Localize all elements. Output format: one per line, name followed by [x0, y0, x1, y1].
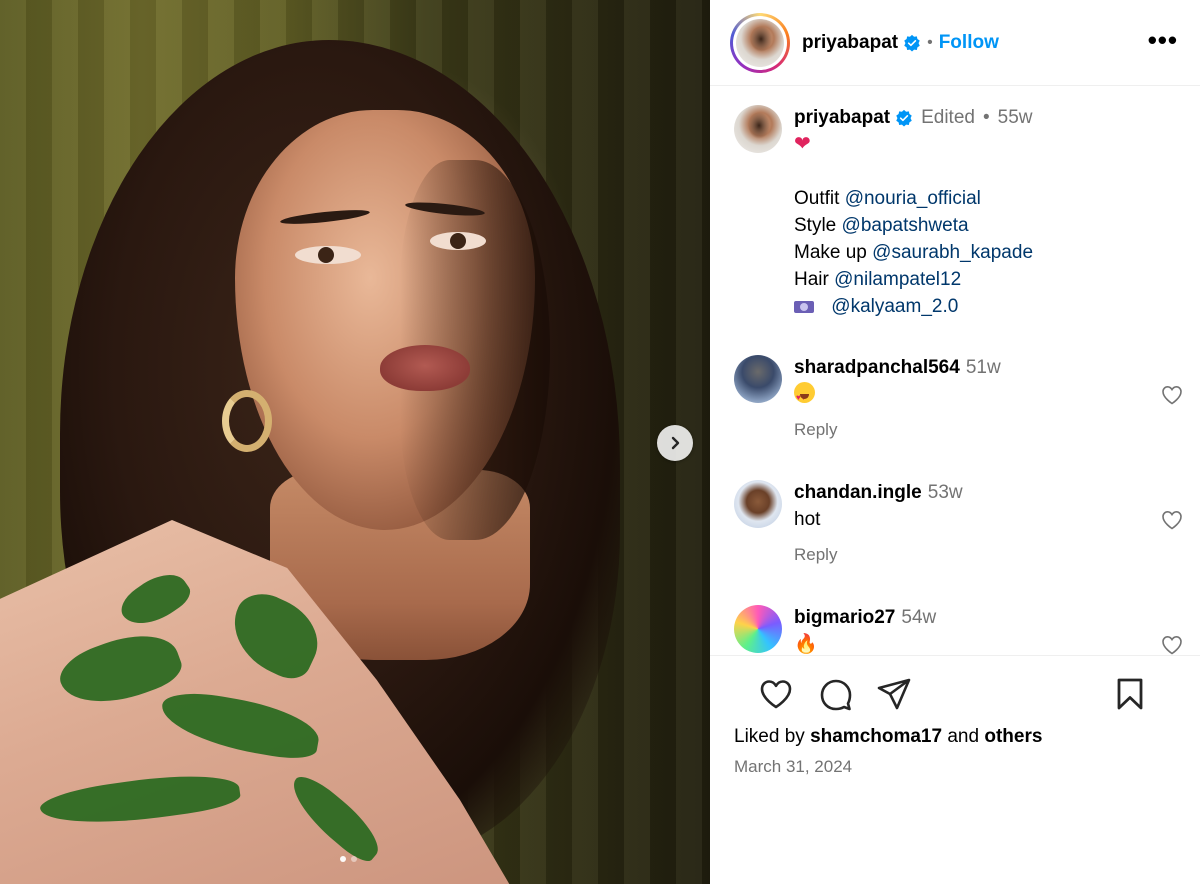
comment-item: bigmario27 54w 🔥 — [734, 605, 1184, 655]
photo-eye-right — [430, 232, 486, 250]
mention-link[interactable]: @bapatshweta — [842, 215, 969, 236]
post-actions: Liked by shamchoma17 and others March 31… — [710, 655, 1200, 776]
caption-line-style: Style @bapatshweta — [794, 215, 969, 236]
post-caption: priyabapat Edited • 55w ❤ Outfit @nouria… — [734, 105, 1184, 320]
caption-author-avatar[interactable] — [734, 105, 782, 153]
post-header: priyabapat • Follow ••• — [710, 0, 1200, 86]
post-image[interactable] — [0, 0, 710, 884]
story-ring[interactable] — [730, 12, 790, 73]
separator-dot: • — [927, 33, 933, 51]
likes-others-link[interactable]: others — [984, 726, 1042, 747]
comment-item: sharadpanchal564 51w Reply — [734, 355, 1184, 440]
comment-text: hot — [794, 509, 821, 530]
mention-link[interactable]: @kalyaam_2.0 — [831, 296, 958, 317]
heart-eyes-emoji-icon — [794, 382, 815, 411]
fire-emoji-icon: 🔥 — [794, 634, 818, 655]
photo-lips — [380, 345, 470, 391]
carousel-indicator — [340, 856, 357, 862]
commenter-avatar[interactable] — [734, 605, 782, 653]
photo-earring — [222, 390, 272, 452]
next-arrow-icon — [671, 436, 680, 450]
comment-time[interactable]: 53w — [928, 482, 963, 504]
caption-line-makeup: Make up @saurabh_kapade — [794, 242, 1034, 263]
camera-emoji-icon — [794, 301, 814, 313]
liked-by-user-link[interactable]: shamchoma17 — [810, 726, 942, 747]
verified-icon — [896, 109, 912, 127]
author-username[interactable]: priyabapat — [802, 32, 898, 54]
caption-time[interactable]: 55w — [998, 107, 1033, 129]
comment-like-icon[interactable] — [1160, 633, 1184, 655]
post-date[interactable]: March 31, 2024 — [734, 757, 852, 777]
follow-button[interactable]: Follow — [939, 32, 999, 54]
mention-link[interactable]: @nilampatel12 — [834, 269, 961, 290]
comments-scroll-area[interactable]: priyabapat Edited • 55w ❤ Outfit @nouria… — [710, 87, 1200, 655]
caption-line-hair: Hair @nilampatel12 — [794, 269, 962, 290]
comment-like-icon[interactable] — [1160, 508, 1184, 532]
author-avatar[interactable] — [736, 18, 784, 67]
commenter-avatar[interactable] — [734, 480, 782, 528]
comment-like-icon[interactable] — [1160, 383, 1184, 407]
carousel-dot-active — [340, 856, 346, 862]
caption-username[interactable]: priyabapat — [794, 107, 890, 129]
like-icon[interactable] — [758, 676, 794, 712]
comment-item: chandan.ingle 53w hot Reply — [734, 480, 1184, 565]
heart-emoji: ❤ — [794, 133, 811, 155]
mention-link[interactable]: @nouria_official — [845, 188, 981, 209]
commenter-avatar[interactable] — [734, 355, 782, 403]
reply-button[interactable]: Reply — [794, 420, 1184, 440]
likes-conjunction: and — [947, 726, 980, 747]
separator-dot: • — [982, 107, 990, 128]
edited-label: Edited — [921, 107, 975, 128]
caption-line-outfit: Outfit @nouria_official — [794, 188, 981, 209]
comment-time[interactable]: 54w — [901, 607, 936, 629]
caption-line-camera: @kalyaam_2.0 — [794, 293, 1184, 320]
next-image-button[interactable] — [657, 425, 693, 461]
commenter-username[interactable]: chandan.ingle — [794, 482, 922, 504]
more-options-icon[interactable]: ••• — [1148, 27, 1178, 53]
share-icon[interactable] — [876, 676, 912, 712]
commenter-username[interactable]: sharadpanchal564 — [794, 357, 960, 379]
likes-summary: Liked by shamchoma17 and others — [734, 726, 1042, 748]
comment-time[interactable]: 51w — [966, 357, 1001, 379]
mention-link[interactable]: @saurabh_kapade — [872, 242, 1033, 263]
carousel-dot — [351, 856, 357, 862]
post-side-panel: priyabapat • Follow ••• priyabapat Edite… — [710, 0, 1200, 884]
reply-button[interactable]: Reply — [794, 545, 1184, 565]
likes-prefix: Liked by — [734, 726, 805, 747]
photo-eye-left — [295, 246, 361, 264]
commenter-username[interactable]: bigmario27 — [794, 607, 895, 629]
verified-icon — [904, 34, 920, 51]
save-icon[interactable] — [1112, 676, 1148, 712]
comment-icon[interactable] — [818, 676, 854, 712]
